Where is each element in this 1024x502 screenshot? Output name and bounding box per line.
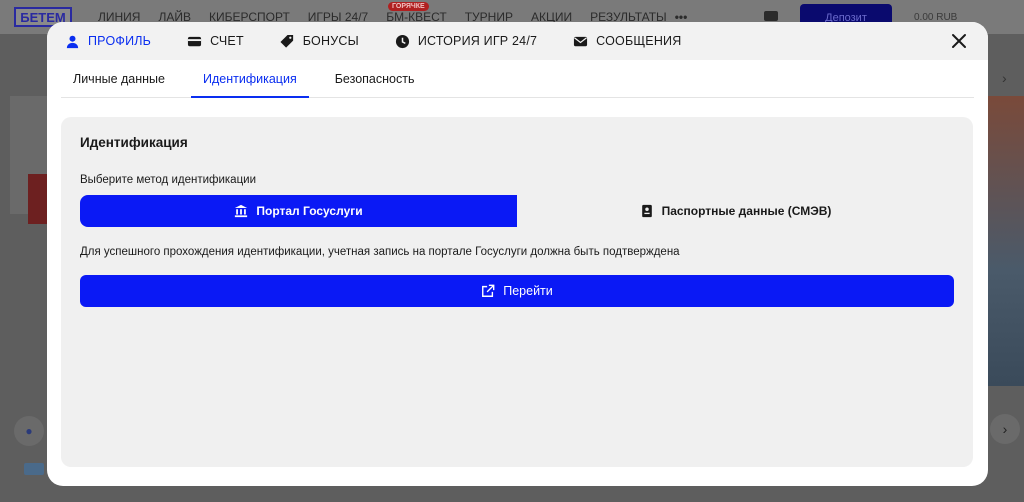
panel-title: Идентификация xyxy=(80,135,188,150)
profile-subtabs: Личные данные Идентификация Безопасность xyxy=(61,60,974,98)
clock-icon xyxy=(395,34,409,48)
tab-profile[interactable]: ПРОФИЛЬ xyxy=(65,22,151,60)
tab-label: СЧЕТ xyxy=(210,34,244,48)
method-gosuslugi-button[interactable]: Портал Госуслуги xyxy=(80,195,517,227)
info-text: Для успешного прохождения идентификации,… xyxy=(80,246,680,258)
tab-label: ИСТОРИЯ ИГР 24/7 xyxy=(417,34,538,48)
method-label-gosuslugi: Портал Госуслуги xyxy=(256,204,363,218)
subtab-security[interactable]: Безопасность xyxy=(323,60,427,97)
method-label: Выберите метод идентификации xyxy=(80,174,257,186)
background-art xyxy=(988,96,1024,386)
tag-icon xyxy=(280,34,293,48)
close-icon[interactable] xyxy=(950,32,968,50)
background-banner-accent xyxy=(28,174,48,224)
method-passport-button[interactable]: Паспортные данные (СМЭВ) xyxy=(517,195,954,227)
tab-bonuses[interactable]: БОНУСЫ xyxy=(280,22,359,60)
tab-messages[interactable]: СООБЩЕНИЯ xyxy=(573,22,681,60)
hot-badge: ГОРЯЧКЕ xyxy=(388,2,429,11)
subtab-identification[interactable]: Идентификация xyxy=(191,60,309,98)
tab-account[interactable]: СЧЕТ xyxy=(187,22,244,60)
go-button[interactable]: Перейти xyxy=(80,275,954,307)
id-card-icon xyxy=(641,204,652,218)
tab-label: БОНУСЫ xyxy=(302,34,359,48)
flag-icon xyxy=(24,463,44,475)
go-button-label: Перейти xyxy=(503,284,553,298)
card-icon xyxy=(188,36,202,46)
user-icon xyxy=(66,35,79,48)
method-switch: Портал Госуслуги Паспортные данные (СМЭВ… xyxy=(80,195,954,227)
external-link-icon xyxy=(482,284,495,297)
identification-panel: Идентификация Выберите метод идентификац… xyxy=(61,117,973,467)
tab-game-history[interactable]: ИСТОРИЯ ИГР 24/7 xyxy=(395,22,537,60)
subtab-personal-data[interactable]: Личные данные xyxy=(61,60,177,97)
soccer-ball-icon[interactable]: ● xyxy=(14,416,44,446)
mail-icon xyxy=(574,36,588,46)
profile-modal: ПРОФИЛЬ СЧЕТ БОНУСЫ ИСТОРИЯ ИГР 24/7 СОО… xyxy=(47,22,988,486)
carousel-next-icon[interactable]: › xyxy=(990,414,1020,444)
tab-label: СООБЩЕНИЯ xyxy=(596,34,682,48)
main-tabs: ПРОФИЛЬ СЧЕТ БОНУСЫ ИСТОРИЯ ИГР 24/7 СОО… xyxy=(47,22,988,60)
header-mail-icon[interactable] xyxy=(764,11,778,21)
bank-icon xyxy=(235,204,248,218)
tab-label: ПРОФИЛЬ xyxy=(88,34,152,48)
method-label-passport: Паспортные данные (СМЭВ) xyxy=(661,204,832,218)
chevron-right-icon: › xyxy=(1002,70,1007,86)
